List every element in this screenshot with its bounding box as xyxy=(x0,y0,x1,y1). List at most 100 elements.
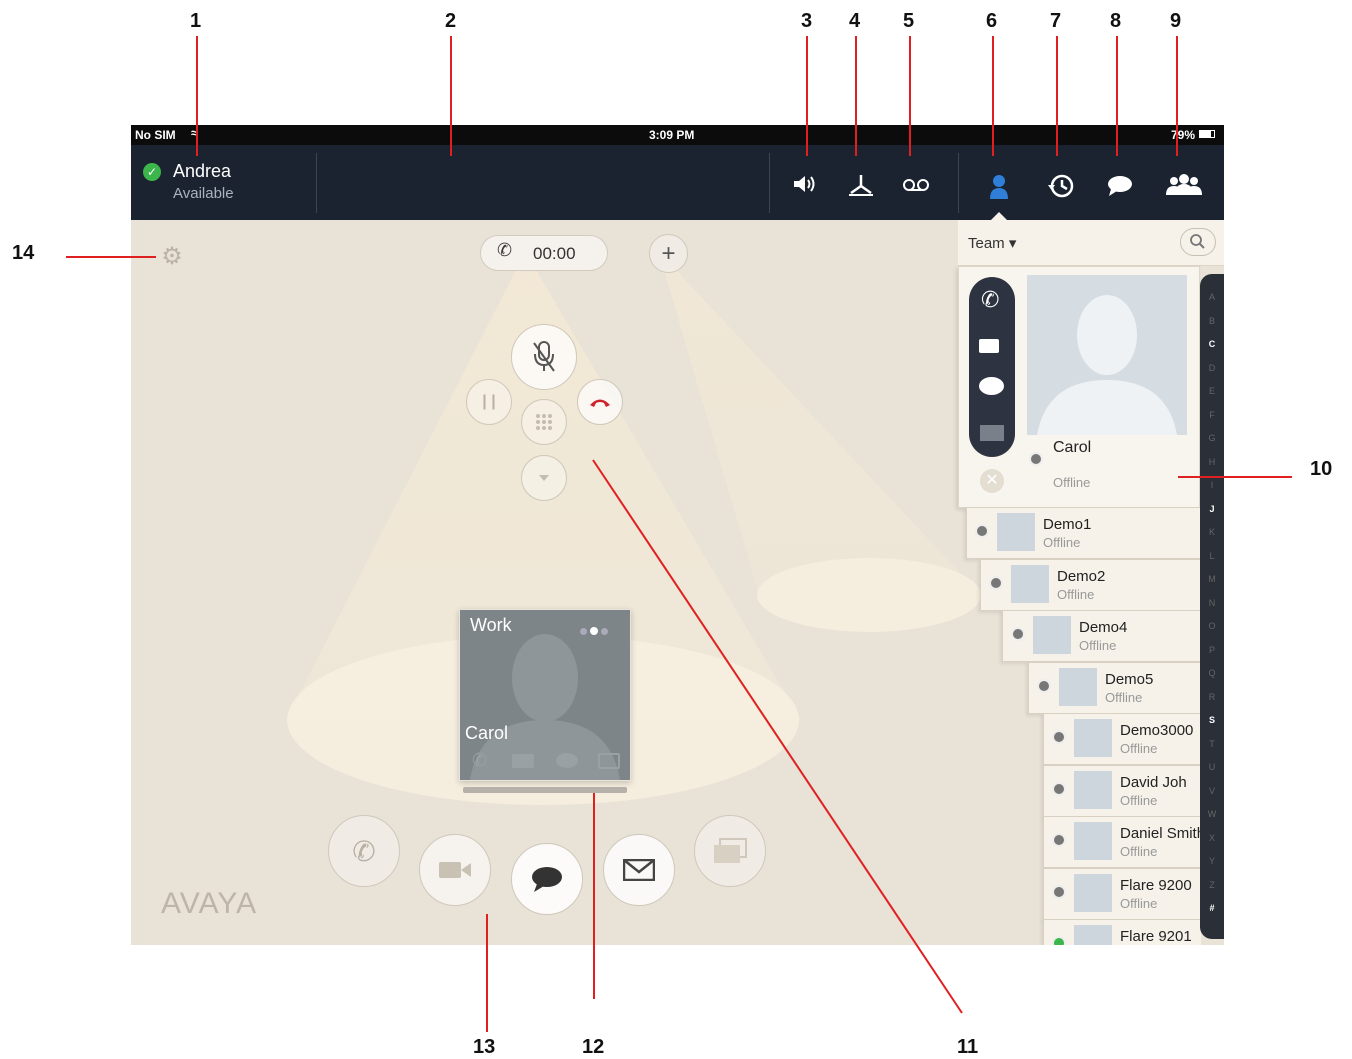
selected-contact-name: Carol xyxy=(1053,439,1092,456)
alphabet-letter[interactable]: Z xyxy=(1200,880,1224,890)
hold-icon[interactable]: | | xyxy=(466,379,512,425)
clock-time: 3:09 PM xyxy=(649,128,695,142)
alphabet-letter[interactable]: E xyxy=(1200,386,1224,396)
share-screen-icon[interactable] xyxy=(694,815,766,887)
phone-icon[interactable]: ✆ xyxy=(472,750,487,771)
alphabet-letter[interactable]: P xyxy=(1200,645,1224,655)
contact-list-item[interactable]: Demo3000 Offline xyxy=(1043,713,1201,765)
avatar xyxy=(1033,616,1071,654)
alphabet-letter[interactable]: Y xyxy=(1200,856,1224,866)
contact-name: Demo2 xyxy=(1057,567,1106,585)
contacts-icon[interactable] xyxy=(979,173,1019,207)
contact-action-rail: ✆ xyxy=(969,277,1015,457)
leader-line xyxy=(855,36,857,156)
callout-3: 3 xyxy=(801,10,813,32)
alphabet-letter[interactable]: # xyxy=(1200,903,1224,913)
presence-dot xyxy=(1052,781,1066,796)
contact-list-item[interactable]: Demo1 Offline xyxy=(966,507,1201,559)
close-icon[interactable]: ✕ xyxy=(980,469,1004,493)
search-icon[interactable] xyxy=(1180,228,1216,256)
alphabet-letter[interactable]: K xyxy=(1200,527,1224,537)
leader-line xyxy=(909,36,911,156)
brand-logo: AVAYA xyxy=(161,887,258,920)
chat-icon[interactable] xyxy=(511,843,583,915)
alphabet-letter[interactable]: V xyxy=(1200,786,1224,796)
alphabet-letter[interactable]: C xyxy=(1200,339,1224,349)
dialpad-icon[interactable] xyxy=(521,399,567,445)
phone-icon[interactable]: ✆ xyxy=(981,287,999,313)
groups-icon[interactable] xyxy=(1161,173,1207,203)
contact-name: Daniel Smith xyxy=(1120,825,1206,842)
card-contact-name: Carol xyxy=(465,723,509,743)
alphabet-letter[interactable]: D xyxy=(1200,363,1224,373)
team-filter-dropdown[interactable]: Team ▾ xyxy=(968,234,1016,252)
messages-icon[interactable] xyxy=(1100,173,1140,203)
contact-status: Offline xyxy=(1043,535,1081,550)
phone-icon: ✆ xyxy=(497,240,513,260)
phone-icon[interactable]: ✆ xyxy=(328,815,400,887)
alphabet-letter[interactable]: R xyxy=(1200,692,1224,702)
alphabet-letter[interactable]: M xyxy=(1200,574,1224,584)
avatar xyxy=(1059,667,1097,706)
avatar xyxy=(1074,925,1112,945)
alphabet-letter[interactable]: S xyxy=(1200,715,1224,725)
contact-list-item[interactable]: Daniel Smith Offline xyxy=(1043,816,1205,868)
alphabet-letter[interactable]: I xyxy=(1200,480,1224,490)
callout-2: 2 xyxy=(445,10,457,32)
video-icon[interactable] xyxy=(979,339,999,353)
contact-list-item[interactable]: Demo2 Offline xyxy=(980,558,1201,611)
contacts-panel: Team ▾ ✆ ✕ Carol Offline Demo1 Offline D… xyxy=(958,220,1224,945)
alphabet-index[interactable]: A B C D E F G H I J K L M N O P Q R S T U V W X Y Z # xyxy=(1200,274,1224,939)
callout-10: 10 xyxy=(1310,458,1333,480)
chat-icon[interactable] xyxy=(556,753,578,768)
email-icon[interactable] xyxy=(980,425,1004,441)
contact-list-item[interactable]: Flare 9201 xyxy=(1043,919,1201,945)
alphabet-letter[interactable]: U xyxy=(1200,762,1224,772)
alphabet-letter[interactable]: A xyxy=(1200,292,1224,302)
mute-icon[interactable] xyxy=(511,324,577,390)
user-presence[interactable]: ✓ Andrea Available xyxy=(131,145,316,220)
alphabet-letter[interactable]: O xyxy=(1200,621,1224,631)
alphabet-letter[interactable]: G xyxy=(1200,433,1224,443)
alphabet-letter[interactable]: B xyxy=(1200,316,1224,326)
presence-dot xyxy=(989,575,1003,590)
more-icon[interactable] xyxy=(521,455,567,501)
page-dots[interactable] xyxy=(580,622,608,640)
voicemail-icon[interactable] xyxy=(896,173,936,199)
contact-card[interactable]: Work Carol ✆ xyxy=(459,609,631,781)
alphabet-letter[interactable]: X xyxy=(1200,833,1224,843)
contact-name: Demo3000 xyxy=(1120,722,1194,739)
alphabet-letter[interactable]: J xyxy=(1200,504,1224,514)
settings-gear-icon[interactable]: ⚙ xyxy=(160,245,184,269)
alphabet-letter[interactable]: H xyxy=(1200,457,1224,467)
alphabet-letter[interactable]: N xyxy=(1200,598,1224,608)
email-icon[interactable] xyxy=(603,834,675,906)
transfer-icon[interactable] xyxy=(841,173,881,203)
call-timer-pill[interactable]: ✆ 00:00 xyxy=(480,235,608,271)
alphabet-letter[interactable]: F xyxy=(1200,410,1224,420)
presence-dot xyxy=(1052,833,1066,847)
leader-line xyxy=(1176,36,1178,156)
contact-name: Demo1 xyxy=(1043,516,1092,533)
add-icon[interactable]: + xyxy=(649,234,688,273)
contact-list-item[interactable]: Demo4 Offline xyxy=(1002,610,1201,662)
contact-list-item[interactable]: Flare 9200 Offline xyxy=(1043,867,1201,920)
contact-status: Offline xyxy=(1057,586,1095,602)
contact-list-item[interactable]: Demo5 Offline xyxy=(1028,661,1201,714)
chat-icon[interactable] xyxy=(979,377,1004,395)
call-timer: 00:00 xyxy=(533,244,576,263)
video-icon[interactable] xyxy=(512,754,534,768)
video-icon[interactable] xyxy=(419,834,491,906)
share-screen-icon[interactable] xyxy=(598,753,620,769)
end-call-icon[interactable] xyxy=(577,379,623,425)
alphabet-letter[interactable]: Q xyxy=(1200,668,1224,678)
selected-contact-card[interactable]: ✆ ✕ Carol Offline xyxy=(958,266,1200,508)
alphabet-letter[interactable]: L xyxy=(1200,551,1224,561)
contact-list-item[interactable]: David Joh Offline xyxy=(1043,764,1201,817)
alphabet-letter[interactable]: T xyxy=(1200,739,1224,749)
history-icon[interactable] xyxy=(1041,173,1081,205)
speaker-icon[interactable] xyxy=(785,173,825,201)
leader-line xyxy=(450,36,452,156)
alphabet-letter[interactable]: W xyxy=(1200,809,1224,819)
avatar xyxy=(1074,822,1112,860)
